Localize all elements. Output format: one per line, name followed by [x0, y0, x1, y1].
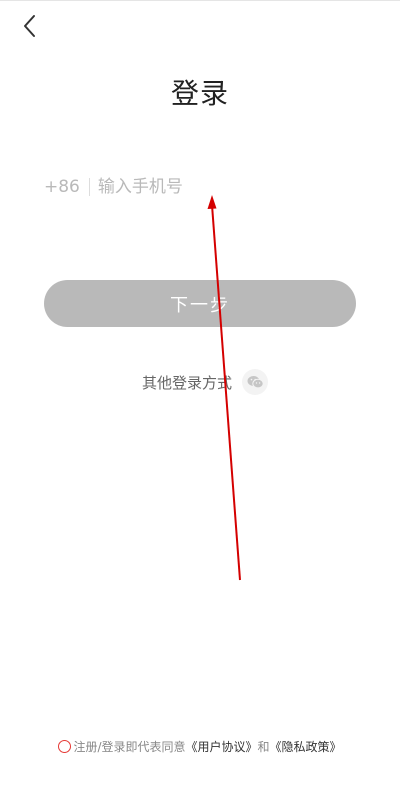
privacy-policy-link[interactable]: 《隐私政策》 [270, 738, 342, 755]
phone-input-row: +86 [44, 172, 356, 202]
wechat-login-button[interactable] [242, 369, 268, 395]
page-title: 登录 [170, 77, 229, 110]
other-login-row: 其他登录方式 [0, 368, 400, 396]
agreement-conjunction: 和 [257, 740, 270, 754]
other-login-label: 其他登录方式 [141, 373, 232, 392]
chevron-left-icon [24, 15, 35, 37]
agreement-prefix: 注册/登录即代表同意 [73, 740, 186, 754]
agreement-row: 注册/登录即代表同意 《用户协议》 和 《隐私政策》 [0, 738, 400, 755]
phone-input[interactable] [97, 177, 356, 197]
next-step-button[interactable]: 下一步 [44, 280, 356, 327]
input-divider [88, 178, 90, 196]
wechat-icon [247, 376, 264, 389]
top-border [0, 0, 400, 1]
agreement-checkbox[interactable] [58, 740, 72, 753]
country-code[interactable]: +86 [44, 177, 80, 197]
swipe-gesture-overlay [207, 195, 241, 581]
back-button[interactable] [16, 10, 44, 42]
user-agreement-link[interactable]: 《用户协议》 [186, 738, 258, 755]
